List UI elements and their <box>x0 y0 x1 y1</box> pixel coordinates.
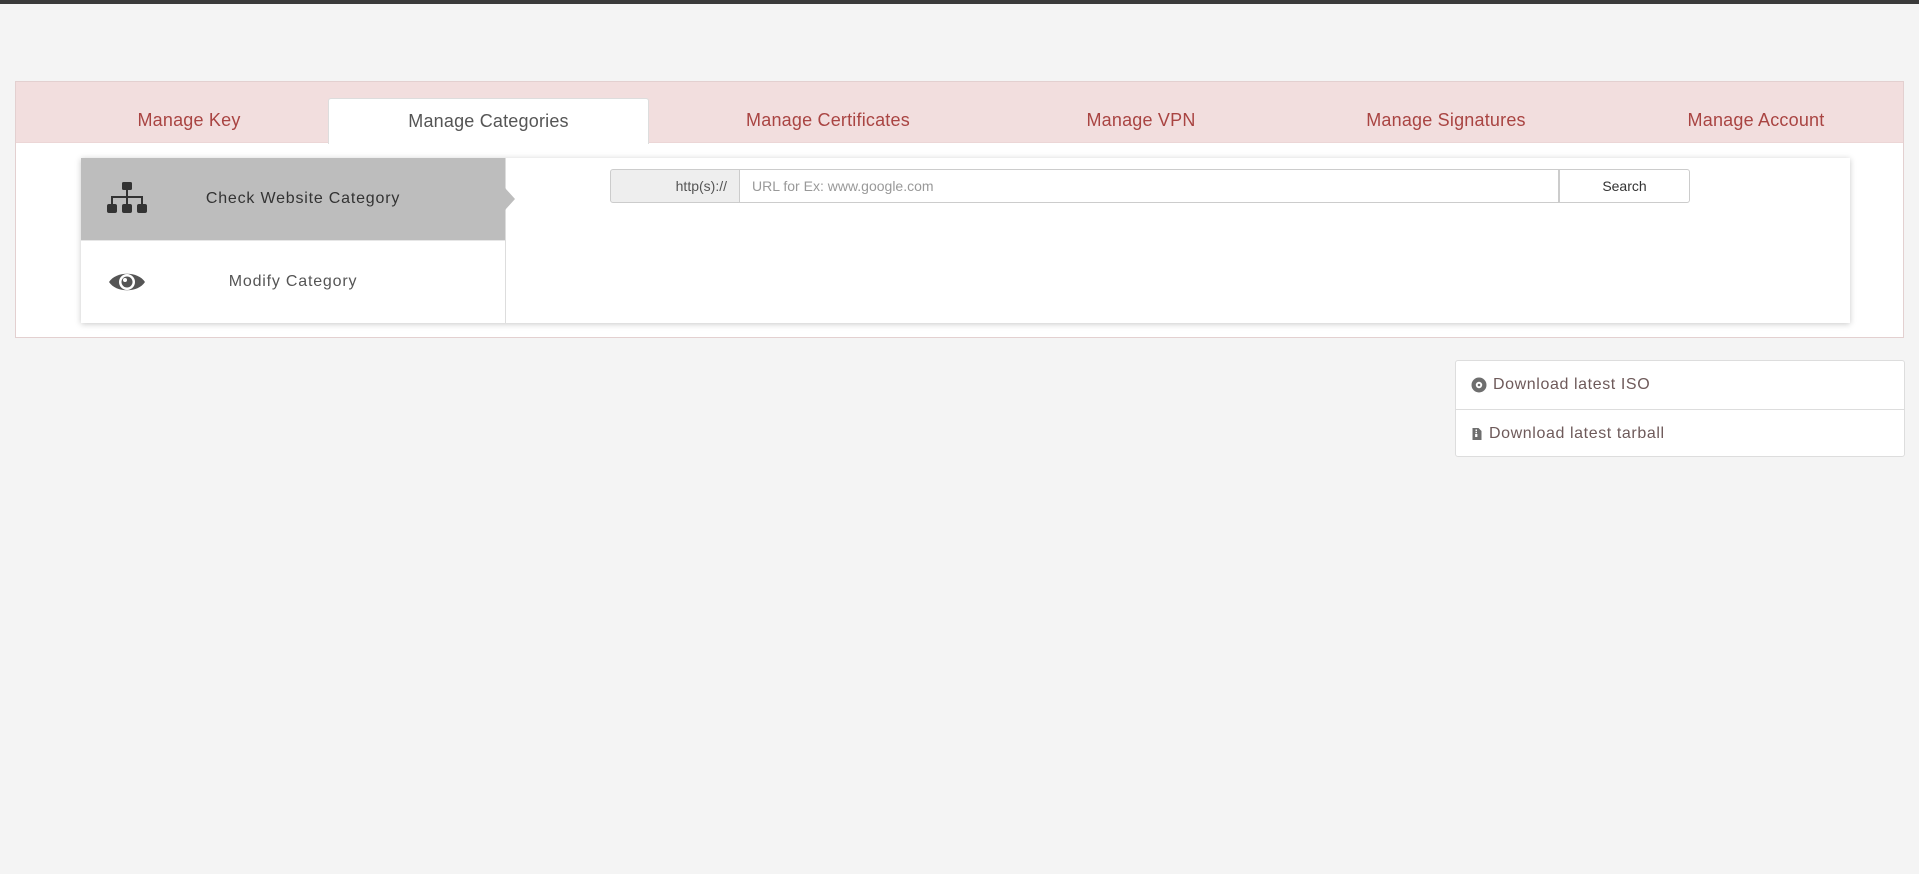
download-tarball-label: Download latest tarball <box>1489 424 1665 442</box>
sidebar-item-modify-category[interactable]: Modify Category <box>81 240 505 322</box>
tab-manage-key[interactable]: Manage Key <box>69 98 309 143</box>
download-iso-label: Download latest ISO <box>1493 376 1651 393</box>
tab-manage-account[interactable]: Manage Account <box>1606 98 1906 143</box>
search-button[interactable]: Search <box>1559 169 1690 203</box>
sidebar-item-label: Check Website Category <box>205 190 401 207</box>
url-input[interactable] <box>740 169 1559 203</box>
disc-icon <box>1471 377 1487 393</box>
tab-manage-signatures[interactable]: Manage Signatures <box>1291 98 1601 143</box>
tab-manage-categories[interactable]: Manage Categories <box>328 98 649 144</box>
sidebar-item-label: Modify Category <box>228 272 358 290</box>
tab-bar: Manage Key Manage Categories Manage Cert… <box>16 82 1906 144</box>
downloads-panel: Download latest ISO Download latest tarb… <box>1455 360 1905 457</box>
file-archive-icon <box>1472 427 1482 440</box>
url-search-group: http(s):// Search <box>610 169 1690 203</box>
download-tarball-link[interactable]: Download latest tarball <box>1456 409 1904 457</box>
category-sidebar: Check Website Category Modify Category <box>81 158 515 323</box>
active-indicator-arrow <box>505 188 515 210</box>
tab-manage-vpn[interactable]: Manage VPN <box>1006 98 1276 143</box>
top-bar <box>0 0 1919 4</box>
url-prefix-addon: http(s):// <box>610 169 740 203</box>
download-iso-link[interactable]: Download latest ISO <box>1456 361 1904 409</box>
sidebar-item-check-website-category[interactable]: Check Website Category <box>81 158 505 240</box>
tab-manage-certificates[interactable]: Manage Certificates <box>668 98 988 143</box>
